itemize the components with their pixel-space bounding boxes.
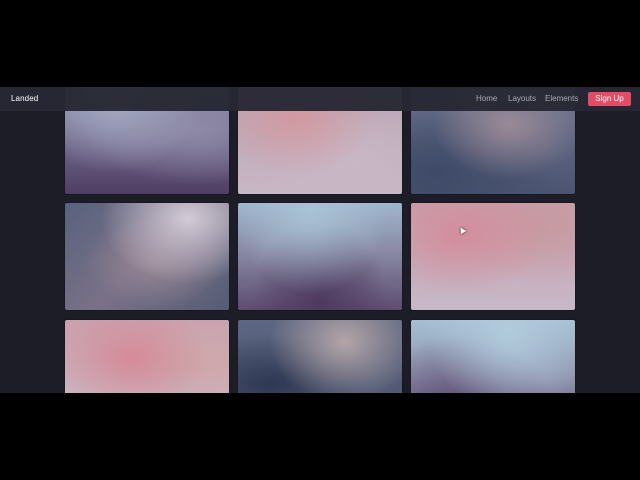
gallery-image[interactable]	[238, 203, 402, 310]
browser-viewport: Landed Home Layouts Elements Sign Up	[0, 87, 640, 393]
gallery-image[interactable]	[238, 320, 402, 393]
gallery-image[interactable]	[65, 320, 229, 393]
gallery-image[interactable]	[411, 320, 575, 393]
top-navbar: Landed Home Layouts Elements Sign Up	[0, 87, 640, 111]
nav-link-home[interactable]: Home	[476, 94, 497, 103]
sign-up-button[interactable]: Sign Up	[588, 92, 631, 106]
site-logo[interactable]: Landed	[11, 94, 38, 103]
nav-link-layouts[interactable]: Layouts	[508, 94, 536, 103]
gallery-image[interactable]	[65, 203, 229, 310]
gallery-image[interactable]	[411, 203, 575, 310]
nav-link-elements[interactable]: Elements	[545, 94, 578, 103]
image-gallery	[0, 87, 640, 393]
